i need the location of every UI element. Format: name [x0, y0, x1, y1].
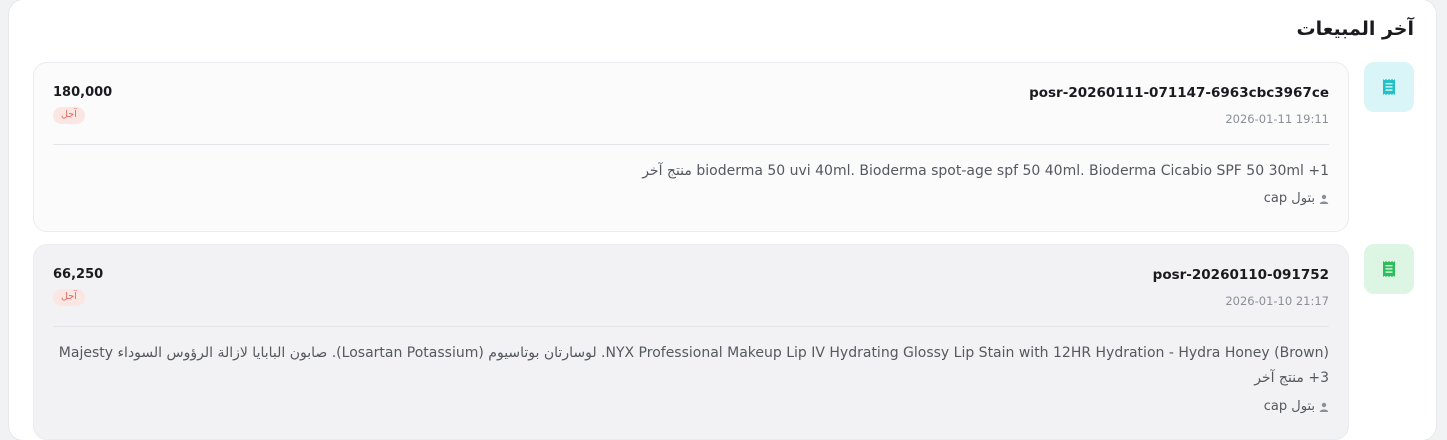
status-badge: آجل	[53, 107, 85, 124]
sale-amount: 180,000	[53, 85, 113, 100]
divider	[53, 144, 1329, 145]
sale-reference: posr-20260111-071147-6963cbc3967ce	[1029, 85, 1329, 101]
receipt-icon	[1364, 244, 1414, 294]
receipt-icon	[1364, 62, 1414, 112]
sale-datetime: 2026-01-10 21:17	[1225, 294, 1329, 308]
receipt-icon-glyph	[1383, 79, 1395, 95]
sale-amount: 66,250	[53, 267, 104, 282]
sale-reference: posr-20260110-091752	[1152, 267, 1329, 283]
sale-products: bioderma 50 uvi 40ml. Bioderma spot-age …	[642, 163, 1329, 179]
sale-user-name: بتول cap	[1263, 191, 1315, 206]
status-badge: آجل	[53, 289, 85, 306]
divider	[53, 326, 1329, 327]
section-title: آخر المبيعات	[1296, 18, 1415, 40]
sale-user-name: بتول cap	[1263, 399, 1315, 414]
recent-sales-card: آخر المبيعات posr-20260111-071147-6963cb…	[9, 0, 1436, 440]
sale-item[interactable]: posr-20260111-071147-6963cbc3967ce 2026-…	[33, 62, 1349, 232]
sale-user: بتول cap	[1264, 399, 1329, 414]
sale-user: بتول cap	[1264, 191, 1329, 206]
sale-item[interactable]: posr-20260110-091752 2026-01-10 21:17 66…	[33, 244, 1349, 440]
sale-products: NYX Professional Makeup Lip IV Hydrating…	[58, 345, 1329, 386]
user-icon	[1319, 194, 1329, 204]
sale-datetime: 2026-01-11 19:11	[1225, 112, 1329, 126]
receipt-icon-glyph	[1383, 261, 1395, 277]
user-icon	[1319, 402, 1329, 412]
